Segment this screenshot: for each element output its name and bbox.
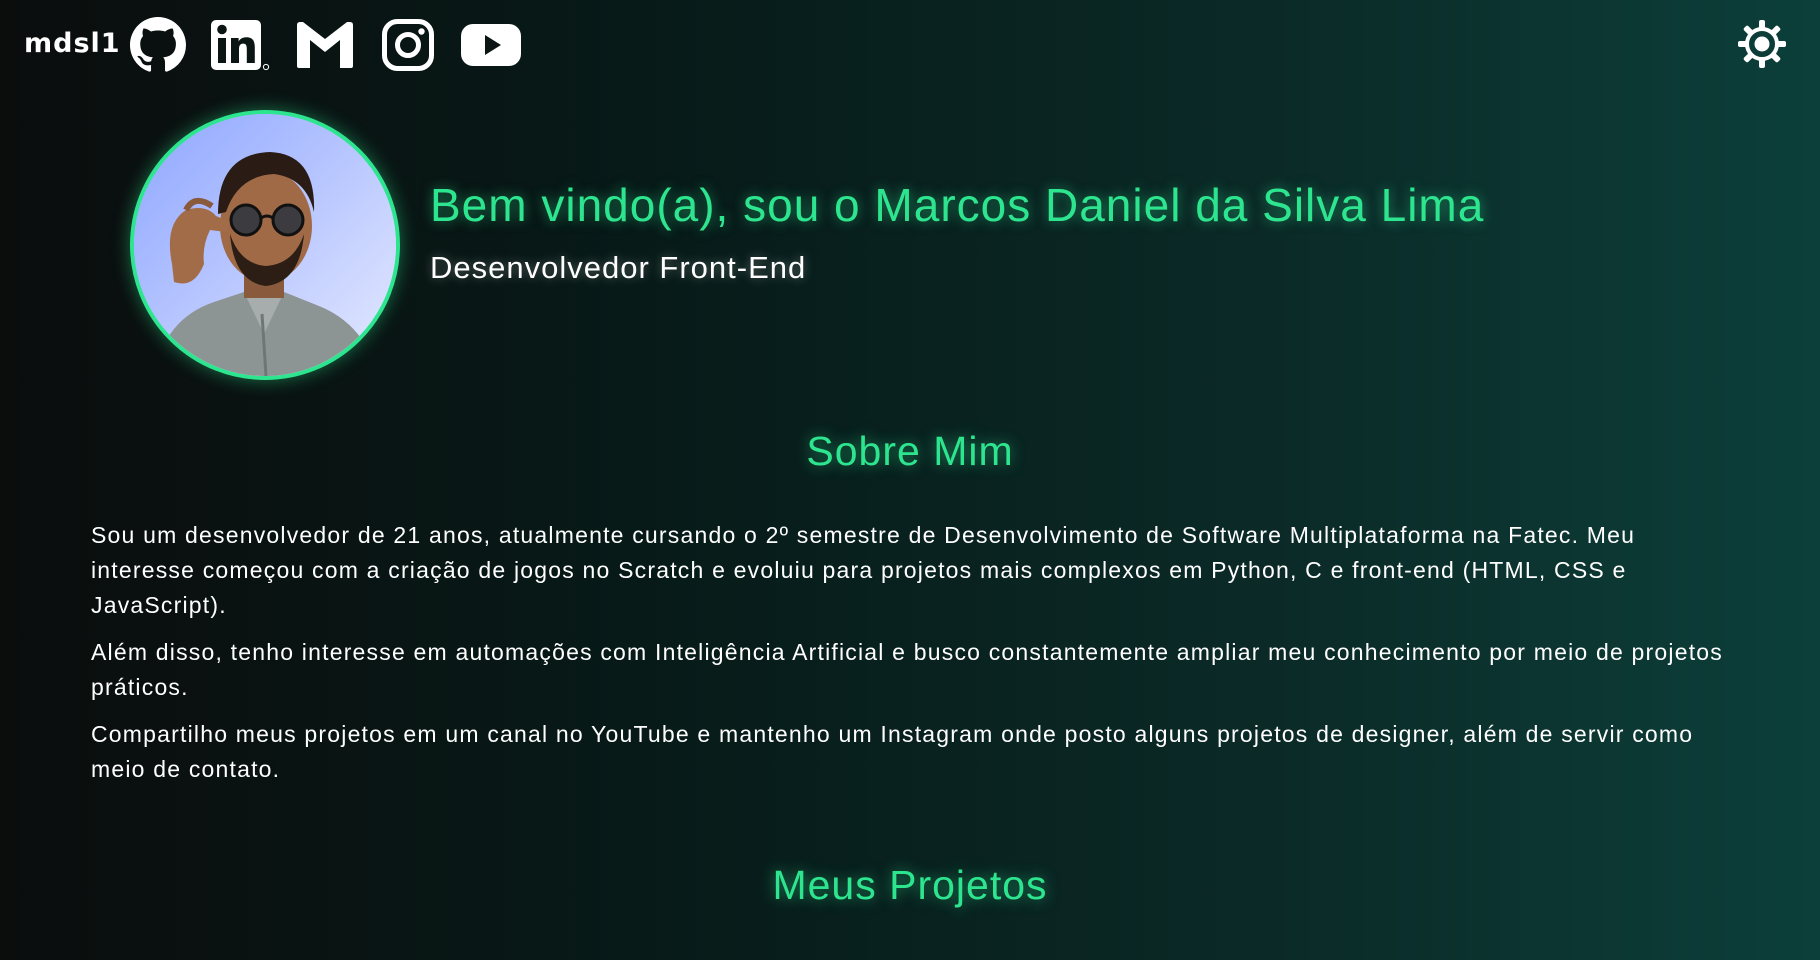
profile-avatar xyxy=(130,110,400,380)
hero-section: Bem vindo(a), sou o Marcos Daniel da Sil… xyxy=(130,110,1690,380)
github-icon xyxy=(130,17,186,72)
about-text: Sou um desenvolvedor de 21 anos, atualme… xyxy=(91,518,1741,799)
gmail-icon xyxy=(297,22,353,68)
instagram-link[interactable] xyxy=(378,16,438,74)
gmail-link[interactable] xyxy=(292,16,358,74)
about-section-title: Sobre Mim xyxy=(806,428,1014,474)
about-paragraph: Além disso, tenho interesse em automaçõe… xyxy=(91,639,1723,700)
youtube-link[interactable] xyxy=(458,16,524,74)
linkedin-icon xyxy=(211,20,270,71)
hero-title: Bem vindo(a), sou o Marcos Daniel da Sil… xyxy=(430,179,1485,231)
projects-section-title: Meus Projetos xyxy=(772,862,1048,908)
brightness-gear-icon xyxy=(1738,20,1786,68)
about-paragraph: Compartilho meus projetos em um canal no… xyxy=(91,721,1694,782)
site-logo[interactable]: mdsl1 xyxy=(24,28,121,59)
theme-toggle-button[interactable] xyxy=(1736,18,1788,70)
github-link[interactable] xyxy=(128,16,188,74)
linkedin-link[interactable] xyxy=(208,16,272,74)
instagram-icon xyxy=(382,19,434,71)
top-navbar: mdsl1 xyxy=(0,0,1820,92)
profile-photo xyxy=(134,114,396,376)
hero-subtitle: Desenvolvedor Front-End xyxy=(430,250,807,285)
about-paragraph: Sou um desenvolvedor de 21 anos, atualme… xyxy=(91,522,1636,618)
youtube-icon xyxy=(461,24,521,66)
